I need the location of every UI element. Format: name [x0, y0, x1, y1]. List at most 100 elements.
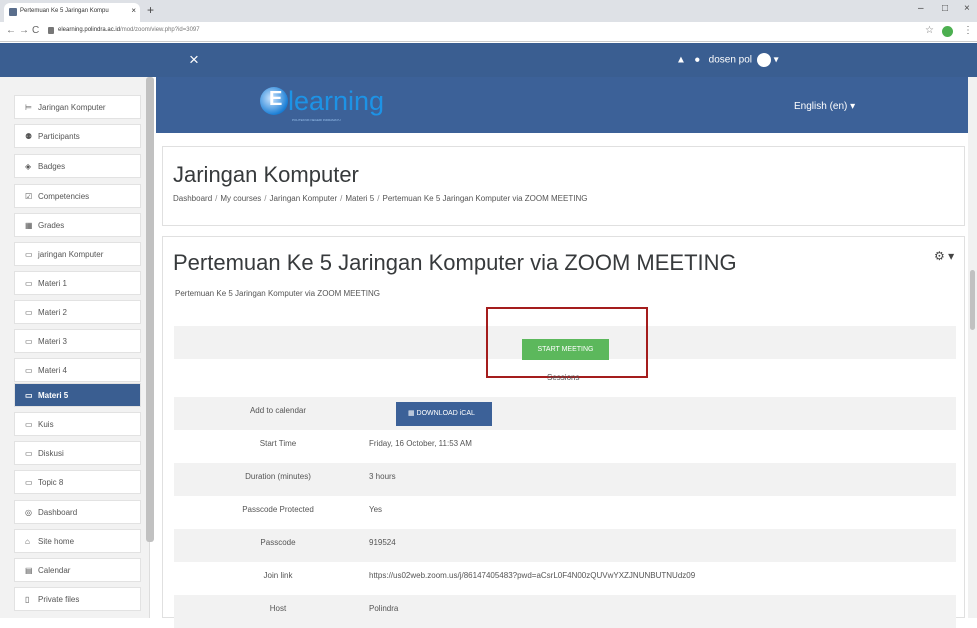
row-label: Passcode Protected [242, 505, 314, 514]
logo-word: learning [288, 86, 385, 116]
sidebar-item-site-home[interactable]: ⌂ Site home [14, 529, 141, 553]
sidebar-item-icon: ⚉ [25, 132, 33, 141]
sidebar-item-badges[interactable]: ◈ Badges [14, 154, 141, 178]
sidebar-item-label: Competencies [38, 192, 90, 201]
minimize-button[interactable]: – [918, 3, 924, 14]
row-value: 919524 [369, 538, 396, 547]
sidebar-item-label: jaringan Komputer [38, 250, 104, 259]
language-menu[interactable]: English (en) ▾ [794, 101, 855, 112]
highlight-box [486, 307, 648, 378]
sidebar-item-kuis[interactable]: ▭ Kuis [14, 412, 141, 436]
sidebar-item-label: Site home [38, 537, 75, 546]
sidebar-item-icon: ▭ [25, 279, 33, 288]
sidebar-item-calendar[interactable]: ▤ Calendar [14, 558, 141, 582]
extension-icon[interactable] [942, 26, 953, 37]
download-ical-button[interactable]: ▦ DOWNLOAD iCAL [396, 402, 492, 426]
drawer-scrollbar[interactable] [146, 77, 154, 542]
sidebar-item-icon: ▦ [25, 221, 33, 230]
sidebar-item-label: Materi 4 [38, 366, 67, 375]
breadcrumb-item[interactable]: Dashboard [173, 194, 212, 203]
row-label: Start Time [259, 439, 297, 448]
row-label: Join link [263, 571, 293, 580]
activity-intro: Pertemuan Ke 5 Jaringan Komputer via ZOO… [175, 289, 380, 298]
avatar[interactable] [756, 53, 771, 67]
sidebar-item-label: Materi 1 [38, 279, 67, 288]
url-host: elearning.polindra.ac.id [58, 27, 121, 33]
page-scrollbar[interactable] [968, 77, 977, 618]
reload-icon[interactable]: C [32, 25, 39, 36]
favicon-icon [9, 8, 17, 16]
sidebar-item-icon: ◎ [25, 508, 32, 517]
sessions-label: Sessions [547, 373, 580, 382]
sidebar-item-private-files[interactable]: ▯ Private files [14, 587, 141, 611]
drawer-toggle-close-icon[interactable]: × [189, 50, 199, 70]
sidebar-item-materi-3[interactable]: ▭ Materi 3 [14, 329, 141, 353]
messages-chat-icon[interactable]: ● [694, 55, 700, 66]
sidebar-item-icon: ☑ [25, 192, 33, 201]
sidebar-item-label: Jaringan Komputer [38, 103, 106, 112]
sidebar-item-diskusi[interactable]: ▭ Diskusi [14, 441, 141, 465]
browser-tab[interactable]: Pertemuan Ke 5 Jaringan Kompu × [4, 3, 140, 22]
elearning-logo[interactable]: E learning POLITEKNIK NEGERI INDRAMAYU [260, 83, 410, 127]
url-field[interactable]: elearning.polindra.ac.id/mod/zoom/view.p… [58, 27, 200, 33]
row-label: Duration (minutes) [245, 472, 311, 481]
sidebar-item-materi-4[interactable]: ▭ Materi 4 [14, 358, 141, 382]
sidebar-item-jaringan-komputer[interactable]: ▭ jaringan Komputer [14, 242, 141, 266]
sidebar-item-participants[interactable]: ⚉ Participants [14, 124, 141, 148]
row-label: Passcode [260, 538, 296, 547]
sidebar-item-materi-2[interactable]: ▭ Materi 2 [14, 300, 141, 324]
sidebar-item-competencies[interactable]: ☑ Competencies [14, 184, 141, 208]
browser-tab-bar: Pertemuan Ke 5 Jaringan Kompu × + – □ × [0, 0, 977, 22]
row-label: Host [269, 604, 287, 613]
window-close-button[interactable]: × [964, 3, 970, 14]
sidebar-item-label: Materi 2 [38, 308, 67, 317]
settings-gear-icon[interactable]: ⚙ ▾ [934, 249, 954, 263]
forward-icon[interactable]: → [19, 25, 29, 36]
sidebar-item-icon: ▭ [25, 420, 33, 429]
lock-icon [48, 27, 54, 34]
sidebar-item-icon: ▭ [25, 308, 33, 317]
tab-close-icon[interactable]: × [131, 6, 136, 15]
row-value: Yes [369, 505, 383, 514]
sidebar-item-grades[interactable]: ▦ Grades [14, 213, 141, 237]
sidebar-item-icon: ▤ [25, 566, 33, 575]
breadcrumb-item[interactable]: Pertemuan Ke 5 Jaringan Komputer via ZOO… [382, 194, 587, 203]
sidebar-item-label: Badges [38, 162, 66, 171]
join-link[interactable]: https://us02web.zoom.us/j/86147405483?pw… [369, 571, 695, 580]
logo-letter: E [269, 88, 283, 110]
notifications-bell-icon[interactable]: ▲ [676, 55, 686, 66]
sidebar-item-topic-8[interactable]: ▭ Topic 8 [14, 470, 141, 494]
breadcrumb-item[interactable]: Materi 5 [345, 194, 374, 203]
sidebar-item-dashboard[interactable]: ◎ Dashboard [14, 500, 141, 524]
page-scrollbar-thumb[interactable] [970, 270, 975, 330]
new-tab-button[interactable]: + [147, 3, 154, 17]
breadcrumb-separator: / [215, 194, 218, 203]
sidebar-item-icon: ▭ [25, 391, 33, 400]
sidebar-item-materi-1[interactable]: ▭ Materi 1 [14, 271, 141, 295]
sidebar-item-icon: ▭ [25, 337, 33, 346]
user-menu[interactable]: ▲ ● dosen pol ▾ [676, 53, 779, 67]
logo-tagline: POLITEKNIK NEGERI INDRAMAYU [292, 118, 341, 122]
address-bar: ← → C elearning.polindra.ac.id/mod/zoom/… [0, 22, 977, 42]
browser-menu-icon[interactable]: ⋮ [963, 25, 973, 36]
row-value: 3 hours [369, 472, 396, 481]
sidebar-item-icon: ▭ [25, 250, 33, 259]
user-name[interactable]: dosen pol [709, 55, 752, 66]
sidebar-item-materi-5[interactable]: ▭ Materi 5 [14, 383, 141, 407]
back-icon[interactable]: ← [6, 25, 16, 36]
user-menu-caret-icon[interactable]: ▾ [774, 55, 779, 66]
sidebar-item-label: Diskusi [38, 449, 64, 458]
sidebar-item-jaringan-komputer[interactable]: ⊨ Jaringan Komputer [14, 95, 141, 119]
breadcrumb-item[interactable]: My courses [220, 194, 261, 203]
breadcrumb-separator: / [264, 194, 267, 203]
sidebar-item-label: Grades [38, 221, 65, 230]
breadcrumb-item[interactable]: Jaringan Komputer [270, 194, 338, 203]
sidebar-item-icon: ▯ [25, 595, 30, 604]
sidebar-item-label: Calendar [38, 566, 71, 575]
sidebar-item-icon: ▭ [25, 449, 33, 458]
bookmark-star-icon[interactable]: ☆ [925, 25, 934, 36]
row-value: Friday, 16 October, 11:53 AM [369, 439, 472, 448]
breadcrumb-separator: / [340, 194, 343, 203]
maximize-button[interactable]: □ [942, 3, 948, 14]
sidebar-item-icon: ▭ [25, 366, 33, 375]
